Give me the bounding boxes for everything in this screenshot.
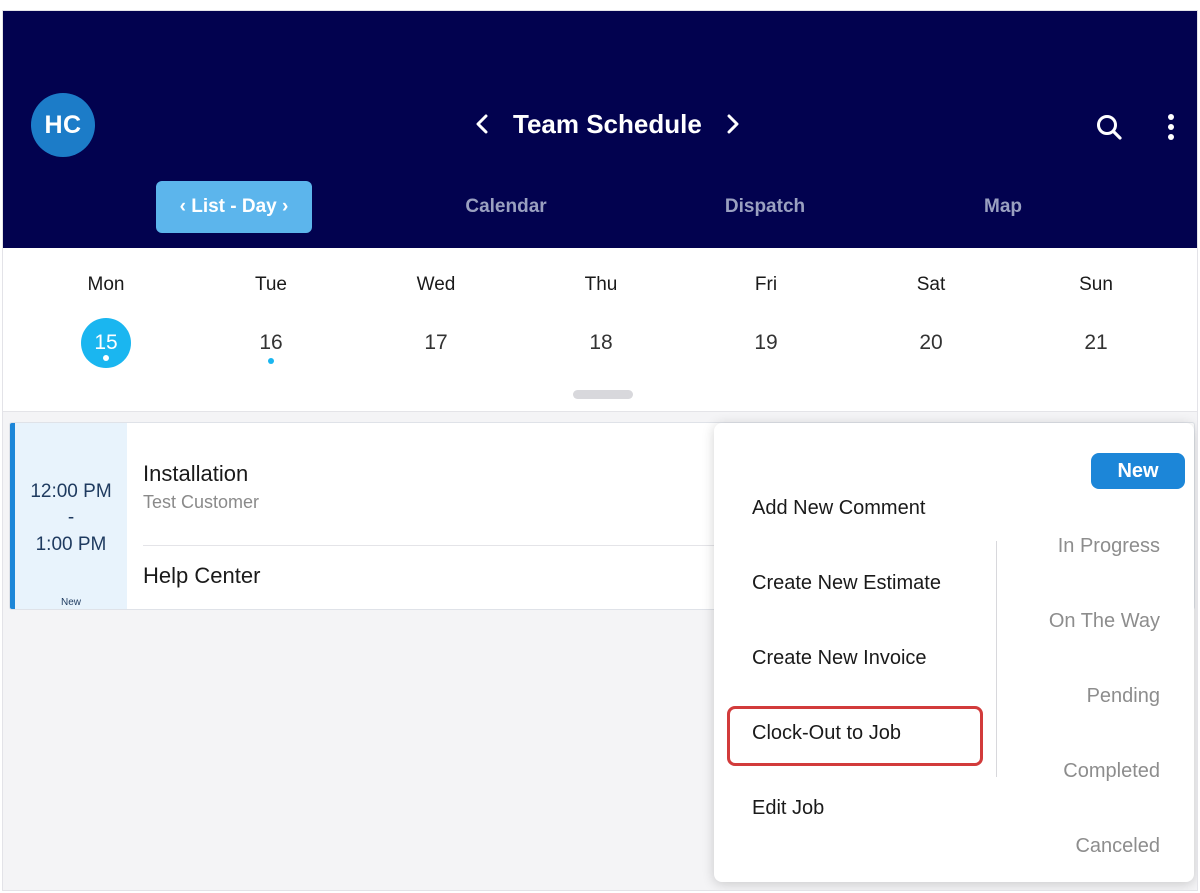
tab-map[interactable]: Map xyxy=(943,181,1063,233)
header: HC Team Schedule ‹ List - Day › Calendar… xyxy=(3,11,1197,248)
day-name: Sat xyxy=(916,274,946,295)
day-tue[interactable]: Tue 16 xyxy=(211,248,331,378)
day-sat[interactable]: Sat 20 xyxy=(871,248,991,378)
menu-item-create-invoice[interactable]: Create New Invoice xyxy=(752,647,927,670)
help-center-link[interactable]: Help Center xyxy=(143,563,260,589)
tab-dispatch[interactable]: Dispatch xyxy=(705,181,825,233)
status-completed[interactable]: Completed xyxy=(1063,760,1160,783)
day-number: 20 xyxy=(919,331,943,354)
menu-item-create-estimate[interactable]: Create New Estimate xyxy=(752,572,941,595)
drag-handle[interactable] xyxy=(573,390,633,399)
day-name: Fri xyxy=(754,274,778,295)
menu-divider xyxy=(996,541,997,777)
status-badge-new[interactable]: New xyxy=(1091,453,1185,489)
app-frame: HC Team Schedule ‹ List - Day › Calendar… xyxy=(2,10,1198,891)
prev-button[interactable] xyxy=(465,107,499,141)
day-wed[interactable]: Wed 17 xyxy=(376,248,496,378)
day-sun[interactable]: Sun 21 xyxy=(1036,248,1156,378)
day-name: Sun xyxy=(1079,274,1113,295)
day-number: 18 xyxy=(589,331,613,354)
search-icon xyxy=(1097,115,1122,140)
time-column: 12:00 PM - 1:00 PM New xyxy=(15,423,127,609)
status-pending[interactable]: Pending xyxy=(1087,685,1160,708)
day-number: 17 xyxy=(424,331,448,354)
event-dot xyxy=(103,355,109,361)
status-canceled[interactable]: Canceled xyxy=(1075,835,1160,858)
more-options-button[interactable] xyxy=(1157,109,1185,145)
job-status-label: New xyxy=(60,597,81,608)
week-strip: Mon 15 Tue 16 Wed 17 Thu 18 Fri 19 Sat 2… xyxy=(3,248,1197,412)
job-actions-popup: Add New Comment Create New Estimate Crea… xyxy=(714,423,1194,882)
status-in-progress[interactable]: In Progress xyxy=(1058,535,1160,558)
time-separator: - xyxy=(67,507,75,528)
job-title: Installation xyxy=(143,461,249,486)
menu-item-add-comment[interactable]: Add New Comment xyxy=(752,497,925,520)
avatar[interactable]: HC xyxy=(31,93,95,157)
day-name: Tue xyxy=(254,274,288,295)
menu-item-clock-out[interactable]: Clock-Out to Job xyxy=(752,722,901,745)
day-thu[interactable]: Thu 18 xyxy=(541,248,661,378)
day-name: Thu xyxy=(584,274,618,295)
day-fri[interactable]: Fri 19 xyxy=(706,248,826,378)
chevron-right-icon xyxy=(727,114,739,134)
day-number: 19 xyxy=(754,331,778,354)
day-name: Wed xyxy=(416,274,456,295)
menu-item-edit-job[interactable]: Edit Job xyxy=(752,797,824,820)
next-button[interactable] xyxy=(716,107,750,141)
day-mon[interactable]: Mon 15 xyxy=(46,248,166,378)
start-time: 12:00 PM xyxy=(30,481,112,502)
event-dot xyxy=(268,358,274,364)
chevron-left-icon xyxy=(476,114,488,134)
day-number: 21 xyxy=(1084,331,1108,354)
end-time: 1:00 PM xyxy=(35,534,107,555)
more-vertical-icon xyxy=(1168,114,1174,140)
title-bar: Team Schedule xyxy=(465,107,750,141)
tab-list-day[interactable]: ‹ List - Day › xyxy=(156,181,312,233)
job-customer: Test Customer xyxy=(143,492,260,512)
search-button[interactable] xyxy=(1091,109,1127,145)
day-name: Mon xyxy=(87,274,125,295)
page-title: Team Schedule xyxy=(513,108,702,139)
status-on-the-way[interactable]: On The Way xyxy=(1049,610,1160,633)
avatar-initials: HC xyxy=(44,110,82,139)
tab-calendar[interactable]: Calendar xyxy=(446,181,566,233)
